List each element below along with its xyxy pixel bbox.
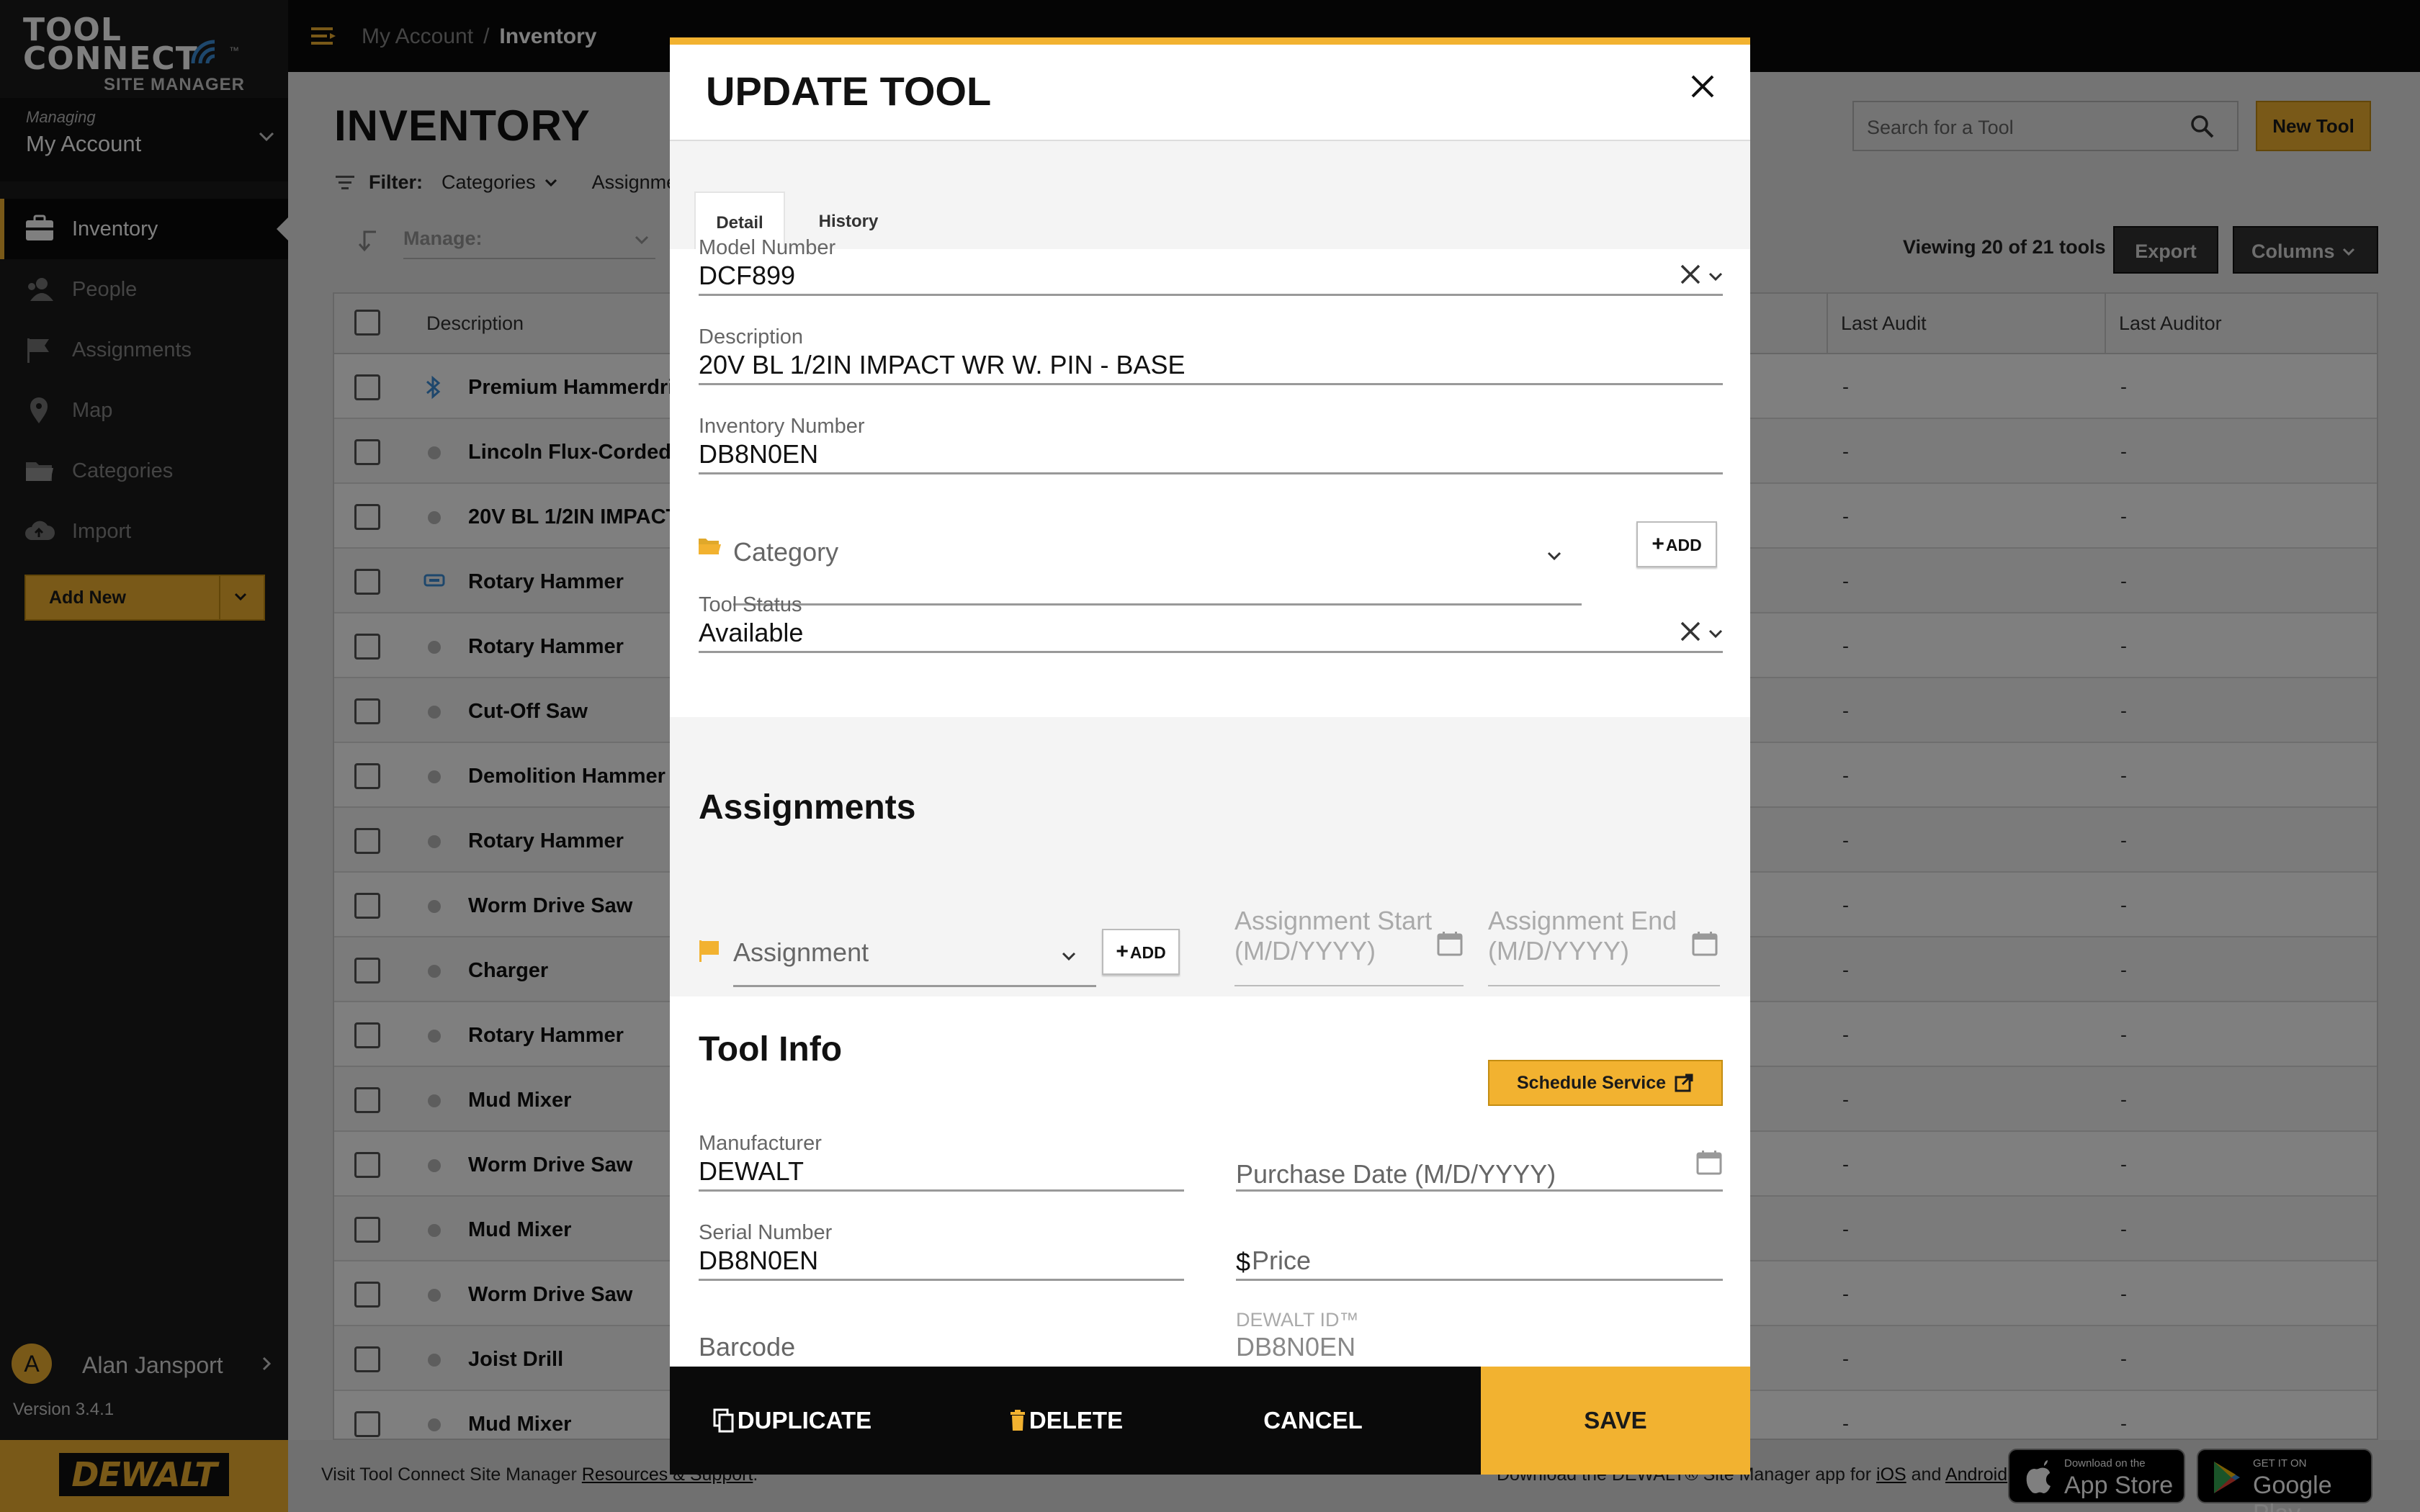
add-category-button[interactable]: +ADD [1636,521,1717,567]
clear-icon[interactable] [1678,619,1703,644]
calendar-icon[interactable] [1691,930,1718,958]
assignment-start-field[interactable]: Assignment Start (M/D/YYYY) [1234,906,1464,991]
assignment-start-format: (M/D/YYYY) [1234,936,1376,966]
external-link-icon [1674,1073,1694,1093]
add-assignment-button[interactable]: +ADD [1102,929,1180,975]
save-button[interactable]: SAVE [1481,1367,1750,1475]
description-label: Description [699,325,804,348]
chevron-down-icon [1060,948,1077,965]
add-label: ADD [1665,536,1702,554]
model-number-label: Model Number [699,236,836,259]
chevron-down-icon [1546,547,1563,564]
tool-status-label: Tool Status [699,593,802,616]
manufacturer-value: DEWALT [699,1156,805,1186]
assignments-heading: Assignments [699,788,916,827]
plus-icon: + [1652,532,1664,556]
tool-status-value: Available [699,618,804,647]
schedule-service-button[interactable]: Schedule Service [1488,1060,1723,1106]
field-underline [699,651,1723,653]
clear-icon[interactable] [1678,262,1703,287]
assignments-section: Assignments Assignment +ADD Assignment S… [670,717,1750,996]
price-placeholder: Price [1252,1246,1312,1275]
assignment-end-format: (M/D/YYYY) [1488,936,1630,966]
price-prefix: $ [1236,1247,1251,1277]
inventory-number-field[interactable]: Inventory Number DB8N0EN [699,415,1723,477]
assignment-end-label: Assignment End [1488,906,1677,935]
assignment-select[interactable]: Assignment [733,927,1096,989]
assignment-placeholder: Assignment [733,937,869,967]
calendar-icon[interactable] [1436,930,1464,958]
field-underline [733,985,1096,987]
purchase-date-placeholder: Purchase Date (M/D/YYYY) [1236,1159,1556,1189]
description-value: 20V BL 1/2IN IMPACT WR W. PIN - BASE [699,350,1186,379]
tool-info-heading: Tool Info [699,1030,843,1068]
serial-number-value: DB8N0EN [699,1246,819,1275]
dewalt-id-field: DEWALT ID™ DB8N0EN [1236,1309,1723,1367]
flag-icon [697,939,722,963]
field-underline [699,1279,1184,1281]
schedule-service-label: Schedule Service [1517,1073,1667,1093]
field-underline [699,383,1723,385]
model-number-field[interactable]: Model Number DCF899 [699,236,1723,298]
assignment-start-label: Assignment Start [1234,906,1433,935]
serial-number-label: Serial Number [699,1221,833,1244]
trash-icon [1009,1409,1026,1432]
dewalt-id-value: DB8N0EN [1236,1332,1356,1362]
model-number-value: DCF899 [699,261,796,290]
dewalt-id-label: DEWALT ID™ [1236,1309,1359,1331]
assignment-end-field[interactable]: Assignment End (M/D/YYYY) [1488,906,1720,991]
barcode-field[interactable]: Barcode [699,1332,1184,1368]
delete-button[interactable]: DELETE [994,1367,1138,1475]
field-underline [699,472,1723,474]
calendar-icon[interactable] [1695,1149,1723,1176]
inventory-number-value: DB8N0EN [699,439,819,469]
modal-title: UPDATE TOOL [706,68,992,114]
add-label: ADD [1129,943,1166,962]
field-underline [699,1189,1184,1192]
manufacturer-field[interactable]: Manufacturer DEWALT [699,1132,1184,1194]
inventory-number-label: Inventory Number [699,415,865,438]
tool-status-field[interactable]: Tool Status Available [699,593,1723,655]
serial-number-field[interactable]: Serial Number DB8N0EN [699,1221,1184,1283]
field-underline [1234,985,1464,986]
field-underline [1236,1279,1723,1281]
copy-icon [713,1408,735,1433]
modal-footer: DUPLICATE DELETE CANCEL SAVE [670,1367,1750,1475]
chevron-down-icon[interactable] [1707,268,1724,285]
field-underline [699,294,1723,296]
field-underline [1236,1189,1723,1192]
delete-label: DELETE [1028,1407,1124,1434]
barcode-placeholder: Barcode [699,1332,796,1362]
price-field[interactable]: $ Price [1236,1236,1723,1283]
category-placeholder: Category [733,537,839,567]
folder-icon [697,536,722,557]
cancel-button[interactable]: CANCEL [1246,1367,1380,1475]
plus-icon: + [1116,940,1129,963]
manufacturer-label: Manufacturer [699,1132,822,1155]
description-field[interactable]: Description 20V BL 1/2IN IMPACT WR W. PI… [699,325,1723,387]
modal-tabs: Detail History [670,141,1750,249]
field-underline [1488,985,1720,986]
duplicate-button[interactable]: DUPLICATE [706,1367,879,1475]
purchase-date-field[interactable]: Purchase Date (M/D/YYYY) [1236,1149,1723,1194]
update-tool-modal: UPDATE TOOL Detail History Model Number … [670,37,1750,1475]
close-icon[interactable] [1690,73,1716,99]
chevron-down-icon[interactable] [1707,625,1724,642]
duplicate-label: DUPLICATE [737,1407,872,1434]
modal-accent-bar [670,37,1750,45]
